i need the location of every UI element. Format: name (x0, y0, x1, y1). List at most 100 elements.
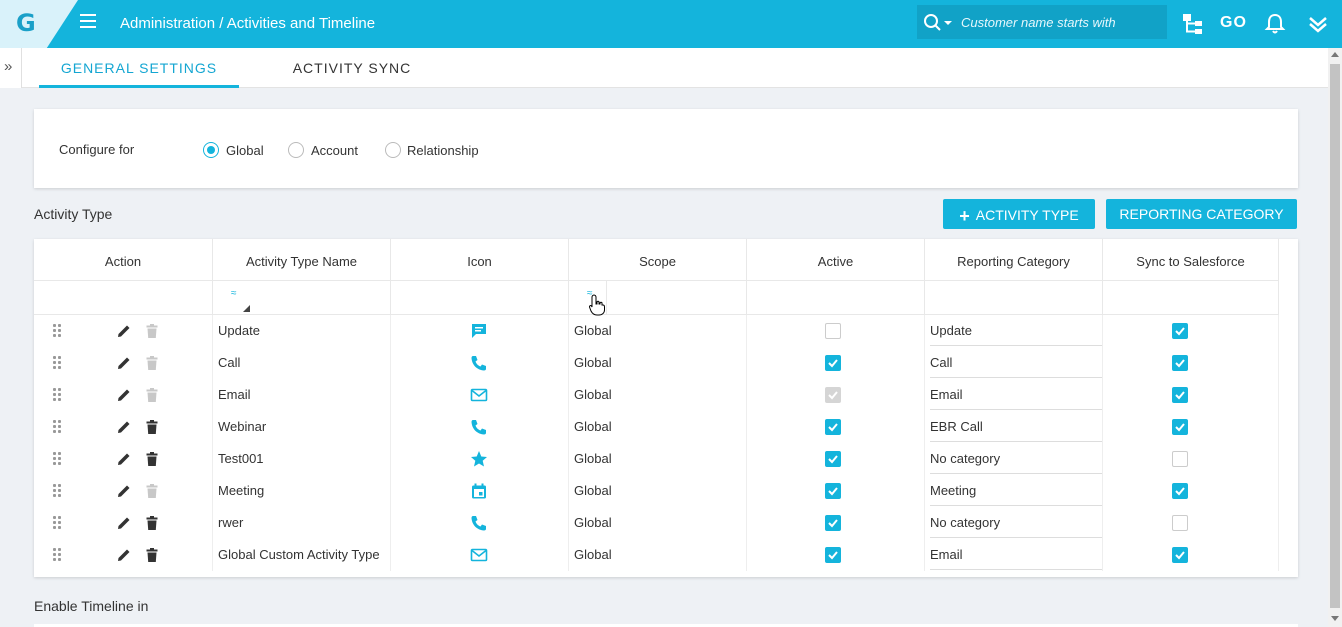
scroll-thumb[interactable] (1330, 64, 1340, 608)
edit-icon[interactable] (116, 451, 132, 467)
column-header-icon[interactable]: Icon (391, 239, 569, 281)
column-header-scope[interactable]: Scope (569, 239, 747, 281)
drag-handle-icon[interactable] (53, 516, 63, 530)
column-header-active[interactable]: Active (747, 239, 925, 281)
column-header-sync[interactable]: Sync to Salesforce (1103, 239, 1279, 281)
hierarchy-icon[interactable] (1181, 12, 1205, 36)
reporting-category-field[interactable]: No category (930, 443, 1102, 474)
chevron-double-right-icon: » (4, 58, 13, 75)
filter-active (747, 281, 925, 315)
table-row: rwer Global No category (34, 507, 1278, 539)
scroll-down-arrow[interactable] (1331, 616, 1339, 621)
logo[interactable]: G (0, 0, 78, 48)
search-box[interactable]: Customer name starts with (917, 5, 1167, 39)
plus-icon: + (959, 206, 970, 226)
reporting-category-button[interactable]: REPORTING CATEGORY (1106, 199, 1297, 229)
delete-icon[interactable] (144, 419, 160, 435)
drag-handle-icon[interactable] (53, 548, 63, 562)
search-icon[interactable] (923, 13, 953, 31)
sync-checkbox[interactable] (1172, 323, 1188, 339)
delete-icon[interactable] (144, 515, 160, 531)
reporting-category-field[interactable]: Call (930, 347, 1102, 378)
activity-type-title: Activity Type (34, 206, 113, 222)
scope-value: Global (574, 515, 612, 530)
filter-action (34, 281, 213, 315)
radio-account[interactable] (288, 142, 304, 158)
active-checkbox[interactable] (825, 547, 841, 563)
active-checkbox[interactable] (825, 483, 841, 499)
column-header-reporting-category[interactable]: Reporting Category (925, 239, 1103, 281)
active-checkbox[interactable] (825, 387, 841, 403)
radio-relationship-label[interactable]: Relationship (407, 143, 479, 158)
scope-value: Global (574, 323, 612, 338)
active-checkbox[interactable] (825, 323, 841, 339)
add-activity-type-button[interactable]: + ACTIVITY TYPE (943, 199, 1095, 229)
drag-handle-icon[interactable] (53, 420, 63, 434)
filter-name[interactable]: ≈ (213, 281, 391, 315)
delete-icon[interactable] (144, 451, 160, 467)
table-row: Call Global Call (34, 347, 1278, 379)
sync-checkbox[interactable] (1172, 355, 1188, 371)
page-scrollbar[interactable] (1328, 48, 1342, 627)
logo-letter: G (16, 9, 36, 37)
page-title: Administration / Activities and Timeline (120, 15, 376, 32)
activity-type-name: Webinar (218, 419, 267, 434)
edit-icon[interactable] (116, 515, 132, 531)
chevron-double-down-icon[interactable] (1306, 12, 1330, 36)
edit-icon[interactable] (116, 387, 132, 403)
reporting-category-field[interactable]: No category (930, 507, 1102, 538)
menu-icon[interactable] (80, 14, 96, 28)
scroll-up-arrow[interactable] (1331, 52, 1339, 57)
filter-icon: ≈ (231, 288, 237, 299)
active-checkbox[interactable] (825, 419, 841, 435)
edit-icon[interactable] (116, 323, 132, 339)
active-checkbox[interactable] (825, 451, 841, 467)
activity-type-name: Meeting (218, 483, 265, 498)
tab-bar: GENERAL SETTINGS ACTIVITY SYNC (22, 48, 1328, 88)
go-button[interactable]: GO (1220, 14, 1247, 32)
radio-global-label[interactable]: Global (226, 143, 264, 158)
column-header-action[interactable]: Action (34, 239, 213, 281)
edit-icon[interactable] (116, 355, 132, 371)
drag-handle-icon[interactable] (53, 452, 63, 466)
resize-handle-icon[interactable] (243, 305, 250, 312)
radio-account-label[interactable]: Account (311, 143, 358, 158)
configure-card: Configure for Global Account Relationshi… (34, 109, 1298, 188)
active-checkbox[interactable] (825, 515, 841, 531)
delete-icon[interactable] (144, 547, 160, 563)
scope-value: Global (574, 387, 612, 402)
sync-checkbox[interactable] (1172, 515, 1188, 531)
sync-checkbox[interactable] (1172, 547, 1188, 563)
bell-icon[interactable] (1263, 12, 1287, 36)
sidebar-toggle[interactable]: » (0, 48, 22, 88)
drag-handle-icon[interactable] (53, 388, 63, 402)
edit-icon[interactable] (116, 547, 132, 563)
tab-general-settings[interactable]: GENERAL SETTINGS (39, 48, 239, 88)
mail-icon (470, 548, 488, 562)
reporting-category-field[interactable]: Email (930, 379, 1102, 410)
reporting-category-field[interactable]: Email (930, 539, 1102, 570)
message-icon (472, 324, 486, 338)
radio-relationship[interactable] (385, 142, 401, 158)
radio-global[interactable] (203, 142, 219, 158)
filter-reporting-category (925, 281, 1103, 315)
reporting-category-field[interactable]: EBR Call (930, 411, 1102, 442)
sync-checkbox[interactable] (1172, 451, 1188, 467)
drag-handle-icon[interactable] (53, 356, 63, 370)
table-row: Test001 Global No category (34, 443, 1278, 475)
search-input[interactable]: Customer name starts with (961, 15, 1116, 30)
reporting-category-field[interactable]: Meeting (930, 475, 1102, 506)
edit-icon[interactable] (116, 419, 132, 435)
drag-handle-icon[interactable] (53, 484, 63, 498)
drag-handle-icon[interactable] (53, 324, 63, 338)
sync-checkbox[interactable] (1172, 419, 1188, 435)
sync-checkbox[interactable] (1172, 483, 1188, 499)
table-row: Meeting Global Meeting (34, 475, 1278, 507)
edit-icon[interactable] (116, 483, 132, 499)
reporting-category-field[interactable]: Update (930, 315, 1102, 346)
filter-sync (1103, 281, 1279, 315)
tab-activity-sync[interactable]: ACTIVITY SYNC (262, 48, 442, 88)
active-checkbox[interactable] (825, 355, 841, 371)
column-header-name[interactable]: Activity Type Name (213, 239, 391, 281)
sync-checkbox[interactable] (1172, 387, 1188, 403)
